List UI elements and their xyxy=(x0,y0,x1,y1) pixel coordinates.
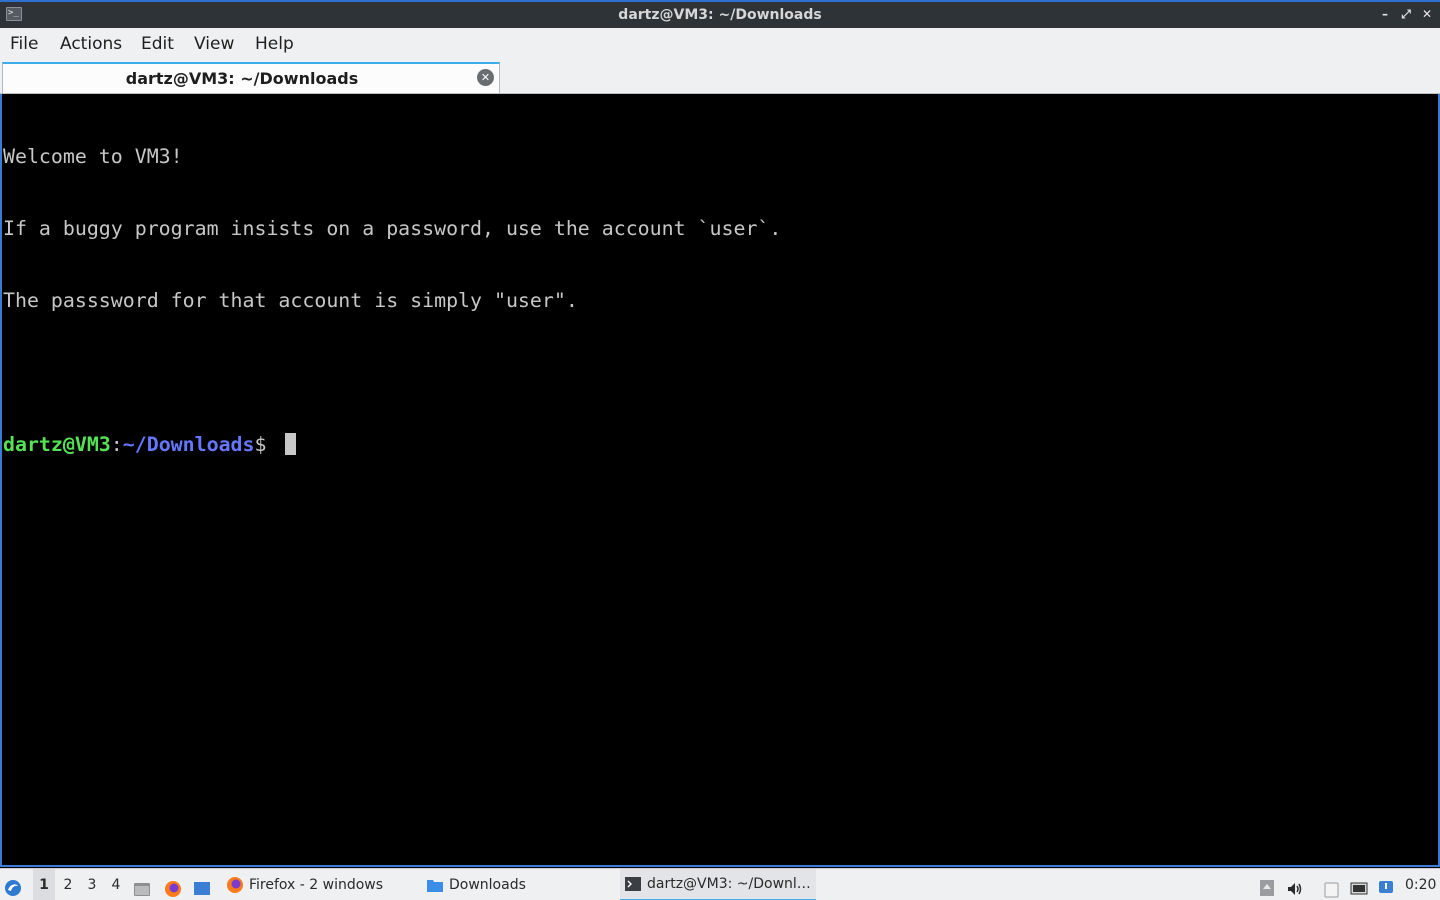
desktop-2[interactable]: 2 xyxy=(57,869,79,900)
terminal-line: The passsword for that account is simply… xyxy=(3,289,578,312)
window-titlebar: >_ dartz@VM3: ~/Downloads – ⤢ ✕ xyxy=(0,0,1440,28)
desktop-1[interactable]: 1 xyxy=(33,869,55,900)
network-icon xyxy=(1350,882,1368,894)
lubuntu-logo-icon xyxy=(5,880,21,896)
show-desktop-button[interactable] xyxy=(193,869,215,900)
firefox-icon xyxy=(227,877,243,893)
notification-icon xyxy=(1379,881,1393,893)
terminal-line: Welcome to VM3! xyxy=(3,145,183,168)
terminal-line: If a buggy program insists on a password… xyxy=(3,217,782,240)
menu-bar: File Actions Edit View Help xyxy=(0,28,1440,60)
menu-help[interactable]: Help xyxy=(255,34,294,54)
tab-terminal[interactable]: dartz@VM3: ~/Downloads ✕ xyxy=(2,62,500,93)
file-manager-icon xyxy=(134,882,150,896)
taskbar: 1 2 3 4 Firefox - 2 windows Downloads da… xyxy=(0,868,1440,900)
prompt-sign: $ xyxy=(254,433,279,456)
firefox-icon xyxy=(165,880,181,897)
firefox-launcher[interactable] xyxy=(164,869,186,900)
folder-icon xyxy=(427,880,443,892)
volume-button[interactable] xyxy=(1286,869,1308,900)
task-downloads[interactable]: Downloads xyxy=(422,869,618,900)
task-label: dartz@VM3: ~/Downl… xyxy=(647,876,811,892)
prompt-separator: : xyxy=(110,433,123,456)
task-terminal[interactable]: dartz@VM3: ~/Downl… xyxy=(620,869,816,900)
menu-view[interactable]: View xyxy=(194,34,234,54)
terminal-output[interactable]: Welcome to VM3! If a buggy program insis… xyxy=(0,94,1440,867)
network-button[interactable] xyxy=(1350,869,1372,900)
menu-file[interactable]: File xyxy=(10,34,38,54)
prompt-path: ~/Downloads xyxy=(122,433,255,456)
clock[interactable]: 0:20 xyxy=(1405,869,1437,900)
desktop-icon xyxy=(194,881,210,895)
tab-label: dartz@VM3: ~/Downloads xyxy=(125,69,359,88)
menu-edit[interactable]: Edit xyxy=(141,34,174,54)
text-cursor xyxy=(285,433,297,455)
desktop-3[interactable]: 3 xyxy=(81,869,103,900)
volume-icon xyxy=(1288,882,1302,895)
tab-bar: dartz@VM3: ~/Downloads ✕ xyxy=(0,60,1440,94)
terminal-icon xyxy=(625,877,641,891)
task-firefox[interactable]: Firefox - 2 windows xyxy=(222,869,418,900)
menu-actions[interactable]: Actions xyxy=(60,34,122,54)
file-manager-launcher[interactable] xyxy=(133,869,155,900)
notification-button[interactable] xyxy=(1377,869,1397,900)
maximize-button[interactable]: ⤢ xyxy=(1398,7,1414,23)
prompt-line: dartz@VM3:~/Downloads$ xyxy=(3,433,1438,457)
start-menu-button[interactable] xyxy=(4,869,28,900)
close-window-button[interactable]: ✕ xyxy=(1419,7,1435,23)
task-label: Downloads xyxy=(449,877,526,893)
close-icon[interactable]: ✕ xyxy=(477,69,494,86)
prompt-user-host: dartz@VM3 xyxy=(3,433,111,456)
clipboard-button[interactable] xyxy=(1323,869,1345,900)
clipboard-icon xyxy=(1324,882,1339,897)
window-title: dartz@VM3: ~/Downloads xyxy=(618,7,822,23)
task-label: Firefox - 2 windows xyxy=(249,877,384,893)
desktop-4[interactable]: 4 xyxy=(105,869,127,900)
tray-updates[interactable] xyxy=(1258,869,1278,900)
minimize-button[interactable]: – xyxy=(1377,7,1393,23)
eject-icon xyxy=(1260,880,1274,896)
